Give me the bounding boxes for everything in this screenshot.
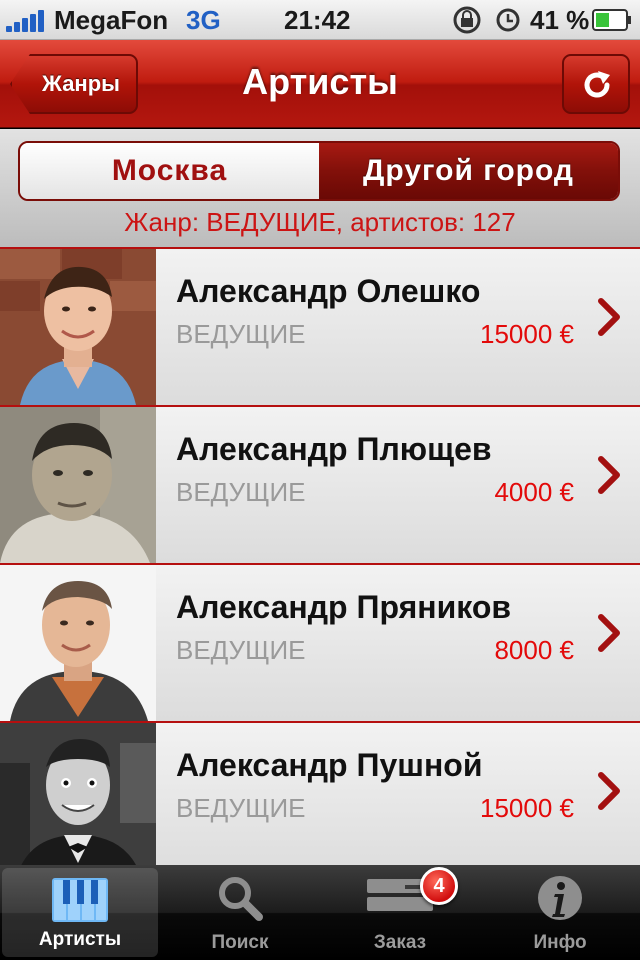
navigation-bar: Жанры Артисты [0,40,640,128]
order-count-badge: 4 [420,867,458,905]
rotation-lock-icon [453,6,481,34]
tab-info-label: Инфо [533,932,587,953]
chevron-right-icon [598,772,620,810]
artist-genre: ВЕДУЩИЕ [176,319,306,349]
tab-info[interactable]: Инфо [480,865,640,960]
list-item[interactable]: Александр Плющев ВЕДУЩИЕ 4000 € [0,405,640,563]
info-icon [538,876,582,920]
clock: 21:42 [284,5,351,35]
status-bar: MegaFon 3G 21:42 41 % [0,0,640,40]
refresh-button[interactable] [562,54,630,114]
artist-name: Александр Пушной [176,747,483,783]
artist-price: 8000 € [494,635,574,665]
segment-moscow[interactable]: Москва [20,143,319,199]
artist-price: 15000 € [480,793,574,823]
battery-percent: 41 % [530,5,590,35]
network-type: 3G [186,5,221,35]
chevron-right-icon [598,456,620,494]
artist-price: 15000 € [480,319,574,349]
artist-photo [0,407,156,563]
list-item[interactable]: Александр Олешко ВЕДУЩИЕ 15000 € [0,247,640,405]
tab-search-label: Поиск [211,932,269,953]
segment-other-city[interactable]: Другой город [319,143,618,199]
artist-name: Александр Олешко [176,273,481,309]
chevron-right-icon [598,614,620,652]
artist-genre: ВЕДУЩИЕ [176,793,306,823]
genre-summary: Жанр: ВЕДУЩИЕ, артистов: 127 [124,207,516,237]
tab-search[interactable]: Поиск [160,865,320,960]
artist-photo [0,723,156,865]
alarm-clock-icon [496,8,520,32]
artist-name: Александр Пряников [176,589,512,625]
list-item[interactable]: Александр Пушной ВЕДУЩИЕ 15000 € [0,721,640,865]
city-segmented-control: Москва Другой город [18,141,620,201]
tab-artists-label: Артисты [38,929,122,950]
magnifier-icon [219,877,263,921]
artist-genre: ВЕДУЩИЕ [176,635,306,665]
tab-order-label: Заказ [373,932,427,953]
artist-list: Александр Олешко ВЕДУЩИЕ 15000 € Алексан… [0,247,640,865]
signal-bars-icon [6,10,50,32]
tab-bar: Артисты Поиск Заказ Инфо [0,865,640,960]
carrier-name: MegaFon [54,5,169,35]
back-button-genres[interactable]: Жанры [10,54,138,114]
refresh-icon [584,71,610,98]
chevron-right-icon [598,298,620,336]
piano-keys-icon [52,878,108,922]
artist-price: 4000 € [494,477,574,507]
page-title: Артисты [242,61,398,102]
city-filter-area: Москва Другой город Жанр: ВЕДУЩИЕ, артис… [0,129,640,247]
tab-artists[interactable]: Артисты [2,868,158,957]
artist-name: Александр Плющев [176,431,492,467]
list-item[interactable]: Александр Пряников ВЕДУЩИЕ 8000 € [0,563,640,721]
artist-photo [0,249,156,405]
artist-photo [0,565,156,721]
battery-icon [592,9,631,31]
artist-genre: ВЕДУЩИЕ [176,477,306,507]
